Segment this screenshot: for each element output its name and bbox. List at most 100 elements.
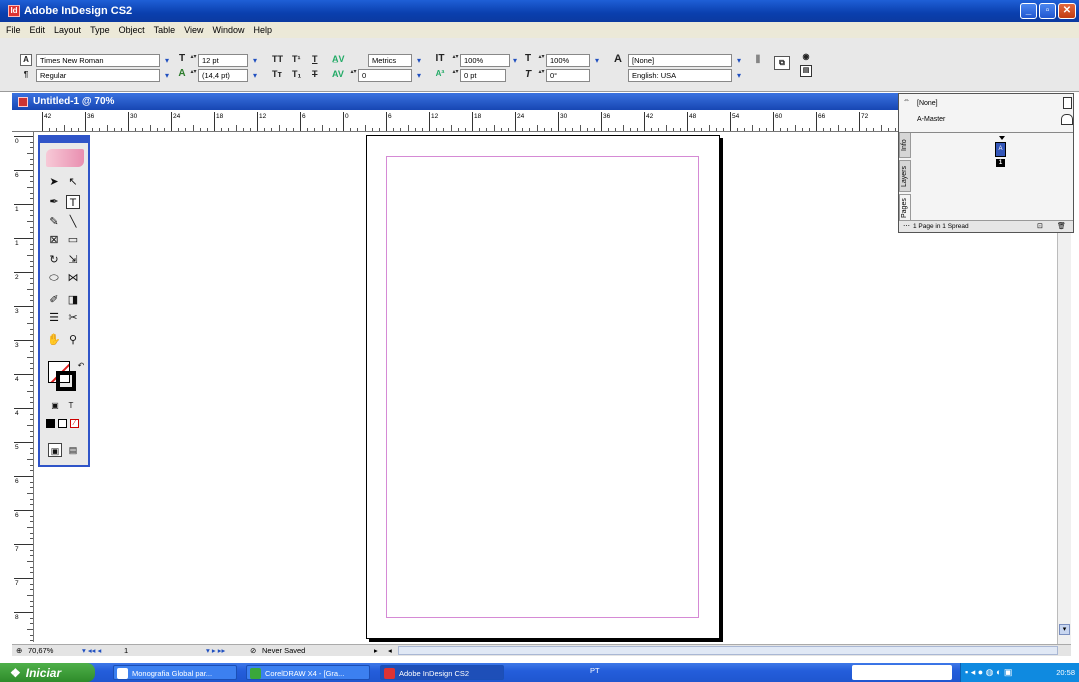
menu-object[interactable]: Object [119, 25, 145, 35]
eyedropper-tool-icon[interactable]: ✐ [47, 293, 61, 307]
start-button[interactable]: ❖ Iniciar [0, 663, 95, 682]
delete-page-icon[interactable]: 🗑 [1057, 222, 1066, 230]
type-tool-icon[interactable]: T [66, 195, 80, 209]
menu-type[interactable]: Type [90, 25, 110, 35]
task-indesign[interactable]: Adobe InDesign CS2 [380, 665, 504, 680]
apply-none-icon[interactable]: ⁄ [70, 419, 79, 428]
tab-info[interactable]: Info [899, 132, 911, 158]
apply-color-icon[interactable] [46, 419, 55, 428]
chevron-down-icon[interactable]: ▾ [414, 69, 424, 82]
selection-tool-icon[interactable]: ➤ [47, 175, 61, 189]
spinner-arrows-icon[interactable]: ▴▾ [190, 69, 197, 81]
chevron-down-icon[interactable]: ▾ [734, 69, 744, 82]
open-quick-apply-icon[interactable]: ⧉ [774, 56, 790, 70]
ruler-tabs-icon[interactable]: ⫼ [752, 54, 764, 65]
strikethrough-icon[interactable]: T [312, 69, 318, 79]
first-page-arrows-icon[interactable]: ▾ ◂◂ ◂ [82, 645, 101, 656]
font-family-field[interactable]: Times New Roman [36, 54, 160, 67]
menu-table[interactable]: Table [154, 25, 176, 35]
panel-menu-icon[interactable]: ◉ [800, 52, 812, 62]
language-field[interactable]: English: USA [628, 69, 732, 82]
spinner-arrows-icon[interactable]: ▴▾ [350, 69, 357, 81]
spinner-arrows-icon[interactable]: ▴▾ [538, 54, 545, 66]
chevron-down-icon[interactable]: ▾ [592, 54, 602, 67]
stroke-swatch[interactable] [56, 371, 76, 391]
pencil-tool-icon[interactable]: ✎ [47, 215, 61, 229]
spinner-arrows-icon[interactable]: ▴▾ [538, 69, 545, 81]
page-thumbnail[interactable]: A [995, 142, 1006, 157]
small-caps-icon[interactable]: Tт [272, 69, 282, 79]
status-menu-icon[interactable]: ▸ [374, 645, 378, 656]
all-caps-icon[interactable]: TT [272, 54, 283, 64]
spinner-arrows-icon[interactable]: ▴▾ [190, 54, 197, 66]
preview-view-icon[interactable]: ▤ [66, 443, 80, 457]
tracking-field[interactable]: 0 [358, 69, 412, 82]
menu-view[interactable]: View [184, 25, 203, 35]
pen-tool-icon[interactable]: ✒ [47, 195, 61, 209]
gradient-tool-icon[interactable]: ◨ [66, 293, 80, 307]
shear-tool-icon[interactable]: ⬭ [47, 271, 61, 285]
menu-window[interactable]: Window [212, 25, 244, 35]
chevron-down-icon[interactable]: ▾ [414, 54, 424, 67]
minimize-button[interactable]: _ [1020, 3, 1037, 19]
spinner-arrows-icon[interactable]: ▴▾ [452, 69, 459, 81]
superscript-icon[interactable]: T¹ [292, 54, 301, 64]
chevron-down-icon[interactable]: ▾ [162, 54, 172, 67]
subscript-icon[interactable]: T₁ [292, 69, 301, 79]
panel-options-icon[interactable]: ▤ [800, 65, 812, 77]
tray-icons[interactable]: ▪ ◂ ● ◍ ◐ ▣ [965, 663, 1012, 682]
menu-edit[interactable]: Edit [30, 25, 46, 35]
hand-tool-icon[interactable]: ✋ [47, 333, 61, 347]
language-indicator[interactable]: PT [590, 666, 600, 675]
formatting-container-icon[interactable]: ▣ [48, 399, 62, 413]
new-page-icon[interactable]: ⊡ [1037, 222, 1043, 230]
scroll-down-arrow-icon[interactable]: ▾ [1059, 624, 1070, 635]
scale-tool-icon[interactable]: ⇲ [66, 253, 80, 267]
button-tool-icon[interactable]: ☰ [47, 311, 61, 325]
line-tool-icon[interactable]: ╲ [66, 215, 80, 229]
horizontal-ruler[interactable]: 42 36 30 24 18 12 6 0 6 12 18 24 30 36 42 48 54 60 66 72 [12, 110, 898, 132]
character-mode-icon[interactable]: A [20, 54, 32, 66]
kerning-field[interactable]: Metrics [368, 54, 412, 67]
free-transform-tool-icon[interactable]: ⋈ [66, 271, 80, 285]
direct-selection-tool-icon[interactable]: ↖ [66, 175, 80, 189]
panel-arrows-icon[interactable]: ⇔ [903, 97, 910, 104]
baseline-shift-field[interactable]: 0 pt [460, 69, 506, 82]
next-page-arrows-icon[interactable]: ▾ ▸ ▸▸ [206, 645, 225, 656]
rectangle-frame-tool-icon[interactable]: ⊠ [47, 233, 61, 247]
spinner-arrows-icon[interactable]: ▴▾ [452, 54, 459, 66]
menu-help[interactable]: Help [253, 25, 272, 35]
apply-gradient-icon[interactable] [58, 419, 67, 428]
notification-item[interactable] [852, 665, 952, 680]
menu-layout[interactable]: Layout [54, 25, 81, 35]
page-number-field[interactable]: 1 [124, 645, 128, 656]
vertical-ruler[interactable]: 0 6 1 1 2 3 3 4 4 5 6 6 7 7 8 [12, 132, 34, 642]
master-spread-thumb-icon[interactable] [1061, 114, 1073, 125]
scissors-tool-icon[interactable]: ✂ [66, 311, 80, 325]
chevron-down-icon[interactable]: ▾ [162, 69, 172, 82]
a-master-label[interactable]: A-Master [917, 116, 945, 123]
character-style-field[interactable]: [None] [628, 54, 732, 67]
font-size-field[interactable]: 12 pt [198, 54, 248, 67]
swap-fill-stroke-icon[interactable]: ↶ [74, 359, 88, 373]
normal-view-icon[interactable]: ▣ [48, 443, 62, 457]
font-style-field[interactable]: Regular [36, 69, 160, 82]
maximize-button[interactable]: ▫ [1039, 3, 1056, 19]
horizontal-scrollbar[interactable] [398, 646, 1058, 655]
chevron-down-icon[interactable]: ▾ [250, 54, 260, 67]
zoom-tool-icon[interactable]: ⚲ [66, 333, 80, 347]
leading-field[interactable]: (14,4 pt) [198, 69, 248, 82]
chevron-down-icon[interactable]: ▾ [250, 69, 260, 82]
horizontal-scale-field[interactable]: 100% [546, 54, 590, 67]
skew-field[interactable]: 0° [546, 69, 590, 82]
chevron-down-icon[interactable]: ▾ [510, 54, 520, 67]
panel-resize-icon[interactable]: ⋯ [903, 222, 910, 230]
vertical-scale-field[interactable]: 100% [460, 54, 510, 67]
rectangle-tool-icon[interactable]: ▭ [66, 233, 80, 247]
chevron-down-icon[interactable]: ▾ [734, 54, 744, 67]
close-button[interactable]: ✕ [1058, 3, 1076, 19]
paragraph-mode-icon[interactable]: ¶ [20, 69, 32, 81]
none-master-label[interactable]: [None] [917, 100, 938, 107]
formatting-text-icon[interactable]: T [64, 399, 78, 413]
adobe-logo-icon[interactable] [46, 149, 84, 167]
